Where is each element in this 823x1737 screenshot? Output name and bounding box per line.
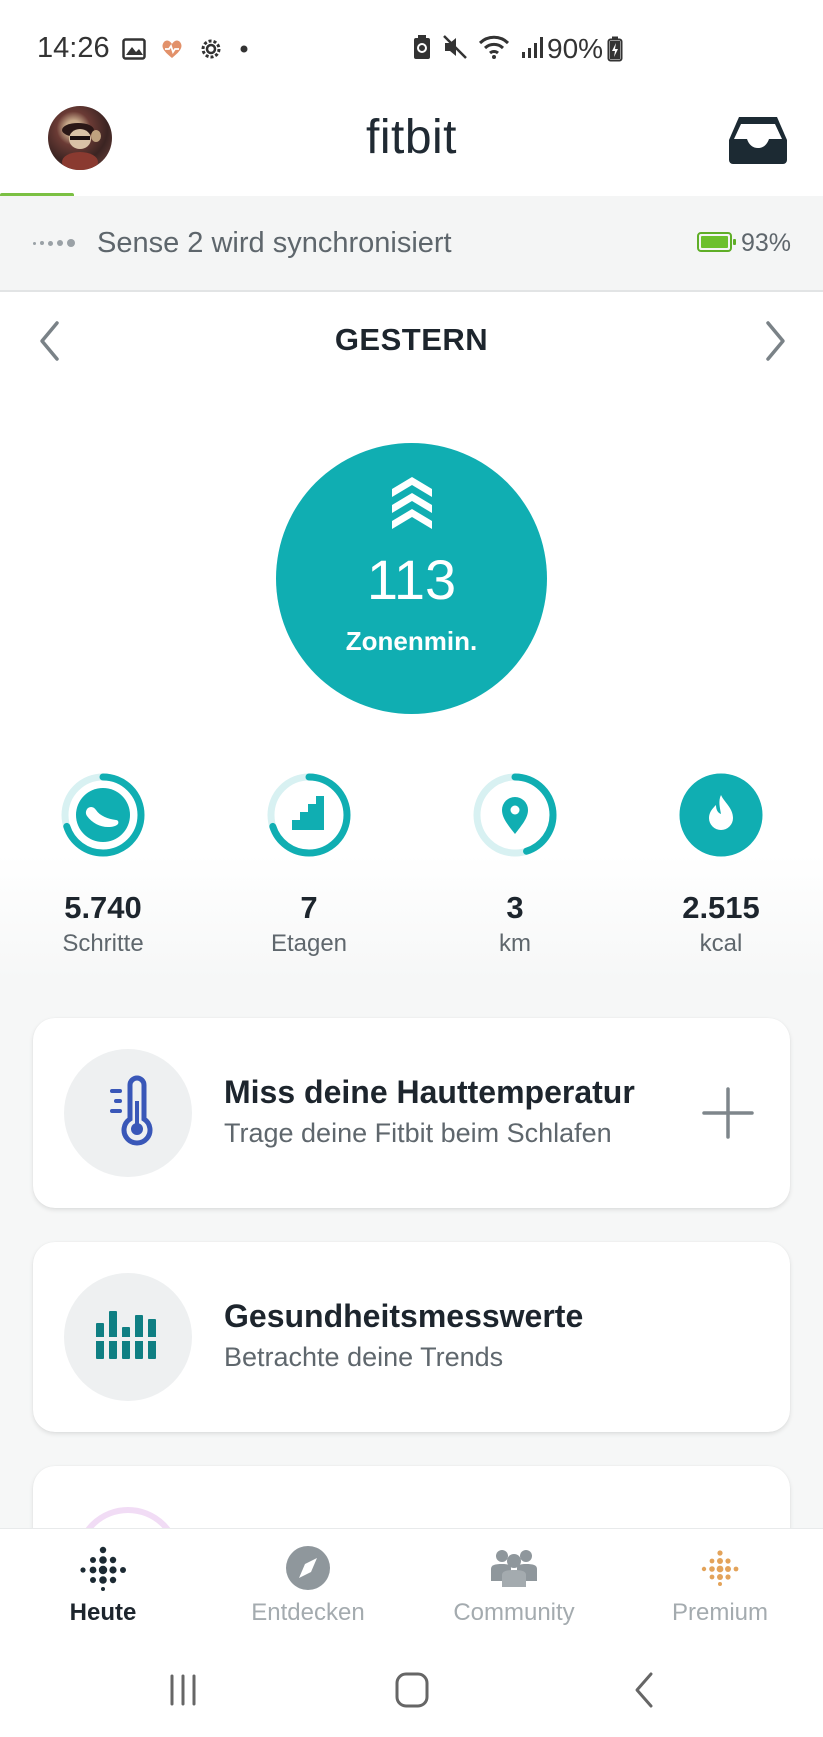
steps-ring	[61, 773, 145, 857]
calories-value: 2.515	[682, 890, 760, 925]
tab-label: Community	[453, 1599, 575, 1626]
tab-heute[interactable]: Heute	[13, 1545, 193, 1627]
heart-icon	[162, 40, 182, 58]
skin-temperature-card[interactable]: Miss deine Hauttemperatur Trage deine Fi…	[33, 1018, 790, 1208]
location-pin-icon	[502, 797, 528, 834]
battery-saver-icon	[414, 35, 430, 59]
zone-minutes-value: 113	[366, 548, 457, 611]
signal-icon	[522, 37, 543, 58]
distance-value: 3	[506, 890, 524, 925]
wifi-icon	[478, 35, 510, 59]
zone-chevrons-icon	[392, 477, 432, 529]
steps-value: 5.740	[64, 890, 142, 925]
stats-row: 5.740 Schritte 7 Etagen 3 km 2.515 kcal	[0, 770, 823, 980]
steps-label: Schritte	[62, 930, 144, 957]
status-time: 14:26	[37, 32, 110, 64]
distance-label: km	[499, 930, 531, 957]
stat-steps[interactable]: 5.740 Schritte	[33, 770, 173, 958]
zone-minutes-label: Zonenmin.	[345, 626, 478, 656]
charging-battery-icon	[607, 36, 623, 62]
card-subtitle: Betrachte deine Trends	[224, 1342, 504, 1372]
tab-premium[interactable]: Premium	[630, 1545, 810, 1627]
recents-button[interactable]	[158, 1668, 208, 1712]
card-title: Gesundheitsmesswerte	[224, 1298, 584, 1334]
floors-ring	[267, 773, 351, 857]
distance-ring	[473, 773, 557, 857]
mute-icon	[443, 35, 467, 59]
stat-floors[interactable]: 7 Etagen	[239, 770, 379, 958]
health-metrics-icon	[94, 1311, 160, 1359]
sync-status-text: Sense 2 wird synchronisiert	[97, 227, 452, 259]
card-title: Miss deine Hauttemperatur	[224, 1074, 635, 1110]
card-icon-background	[64, 1273, 192, 1401]
active-zone-minutes-circle[interactable]: 113 Zonenmin.	[276, 443, 547, 714]
calories-ring	[679, 773, 763, 857]
stairs-icon	[292, 796, 324, 830]
bottom-navigation: Heute Entdecken Community Premium	[0, 1528, 823, 1646]
inbox-icon[interactable]	[727, 114, 789, 166]
health-metrics-card[interactable]: Gesundheitsmesswerte Betrachte deine Tre…	[33, 1242, 790, 1432]
community-icon	[491, 1550, 537, 1587]
plus-icon[interactable]	[701, 1086, 755, 1140]
sync-dots-icon	[33, 239, 75, 247]
image-icon	[122, 38, 146, 60]
app-title: fitbit	[365, 111, 458, 164]
fitbit-dots-icon	[80, 1546, 126, 1591]
card-subtitle: Trage deine Fitbit beim Schlafen	[224, 1118, 612, 1148]
premium-icon	[701, 1550, 739, 1586]
app-header: fitbit	[0, 100, 823, 196]
stat-calories[interactable]: 2.515 kcal	[651, 770, 791, 958]
sync-banner[interactable]: Sense 2 wird synchronisiert 93%	[0, 196, 823, 292]
back-button[interactable]	[620, 1668, 670, 1712]
calories-label: kcal	[699, 930, 743, 957]
tab-entdecken[interactable]: Entdecken	[218, 1545, 398, 1627]
tab-community[interactable]: Community	[424, 1545, 604, 1627]
tab-label: Entdecken	[251, 1599, 365, 1626]
card-icon-background	[64, 1049, 192, 1177]
status-bar: 14:26 90%	[0, 0, 823, 100]
day-title: GESTERN	[334, 322, 489, 357]
floors-label: Etagen	[270, 930, 348, 957]
thermometer-icon	[110, 1075, 153, 1146]
day-navigation: GESTERN	[0, 292, 823, 388]
settings-icon	[201, 39, 221, 59]
dot-icon	[240, 45, 248, 53]
device-battery-percent: 93%	[741, 229, 792, 257]
stat-distance[interactable]: 3 km	[445, 770, 585, 958]
tab-label: Heute	[69, 1599, 137, 1626]
tab-label: Premium	[671, 1599, 768, 1626]
compass-icon	[286, 1546, 330, 1590]
system-navigation-bar	[0, 1646, 823, 1737]
status-battery-percent: 90%	[547, 33, 604, 64]
home-button[interactable]	[387, 1668, 437, 1712]
floors-value: 7	[300, 890, 318, 925]
chevron-right-icon[interactable]	[755, 316, 795, 366]
device-battery-icon	[697, 232, 736, 252]
